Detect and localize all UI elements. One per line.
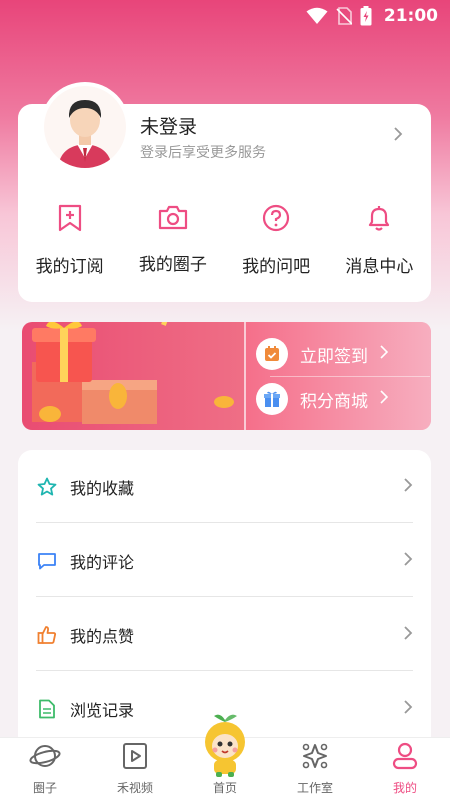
divider (36, 522, 413, 523)
camera-icon (158, 204, 188, 234)
chevron-right-icon (380, 389, 389, 409)
avatar[interactable] (44, 86, 126, 168)
username[interactable]: 未登录 (140, 112, 197, 139)
quick-action-questions[interactable]: 我的问吧 (228, 204, 324, 284)
quick-action-label: 消息中心 (345, 257, 414, 277)
tab-label: 我的 (392, 781, 417, 795)
divider (36, 596, 413, 597)
menu-item-label: 我的评论 (70, 553, 135, 572)
checkin-label: 立即签到 (300, 346, 368, 367)
planet-icon (29, 742, 61, 773)
tab-label: 圈子 (32, 781, 57, 795)
tab-circles[interactable]: 圈子 (0, 738, 90, 800)
studio-icon (301, 742, 329, 773)
checkin-button[interactable]: 立即签到 (256, 338, 389, 370)
quick-action-label: 我的订阅 (35, 257, 104, 277)
quick-action-label: 我的圈子 (138, 255, 207, 275)
tab-label: 禾视频 (116, 781, 153, 795)
menu-item-label: 我的收藏 (70, 479, 135, 498)
question-circle-icon (262, 204, 290, 236)
profile-card: 未登录 登录后享受更多服务 我的订阅 我的圈子 我的问吧 消息中心 (18, 86, 431, 302)
menu-item-favorites[interactable]: 我的收藏 (36, 450, 413, 524)
gift-icon (256, 383, 288, 415)
tab-mine[interactable]: 我的 (360, 738, 450, 800)
login-hint[interactable]: 登录后享受更多服务 (140, 142, 266, 162)
no-sim-icon (336, 7, 352, 25)
points-mall-button[interactable]: 积分商城 (256, 383, 389, 415)
comment-icon (36, 551, 58, 571)
thumbs-up-icon (36, 625, 58, 645)
video-play-icon (122, 742, 148, 773)
quick-action-circles[interactable]: 我的圈子 (125, 204, 221, 284)
banner-divider (270, 376, 430, 377)
bookmark-plus-icon (57, 204, 83, 236)
menu-item-label: 我的点赞 (70, 627, 135, 646)
gift-box-illustration (22, 322, 244, 430)
points-mall-label: 积分商城 (300, 391, 368, 412)
wifi-icon (306, 7, 328, 25)
chevron-right-icon (403, 625, 413, 645)
menu-list: 我的收藏 我的评论 我的点赞 浏览记录 (18, 450, 431, 750)
tab-studio[interactable]: 工作室 (270, 738, 360, 800)
star-icon (36, 477, 58, 497)
mascot-icon[interactable] (200, 712, 250, 782)
chevron-right-icon (380, 344, 389, 364)
bell-icon (366, 204, 392, 236)
chevron-right-icon (403, 477, 413, 497)
battery-icon (360, 6, 372, 26)
tab-video[interactable]: 禾视频 (90, 738, 180, 800)
tab-label: 工作室 (296, 781, 333, 795)
clock: 21:00 (383, 6, 438, 26)
calendar-check-icon (256, 338, 288, 370)
chevron-right-icon (403, 551, 413, 571)
menu-item-likes[interactable]: 我的点赞 (36, 598, 413, 672)
menu-item-comments[interactable]: 我的评论 (36, 524, 413, 598)
points-banner: 立即签到 积分商城 (22, 322, 431, 430)
quick-action-label: 我的问吧 (242, 257, 311, 277)
user-icon (392, 742, 418, 773)
status-bar: 21:00 (0, 0, 450, 32)
divider (36, 670, 413, 671)
chevron-right-icon[interactable] (393, 126, 403, 146)
quick-actions: 我的订阅 我的圈子 我的问吧 消息中心 (18, 204, 431, 284)
document-icon (36, 699, 58, 719)
quick-action-messages[interactable]: 消息中心 (331, 204, 427, 284)
quick-action-subscriptions[interactable]: 我的订阅 (22, 204, 118, 284)
chevron-right-icon (403, 699, 413, 719)
